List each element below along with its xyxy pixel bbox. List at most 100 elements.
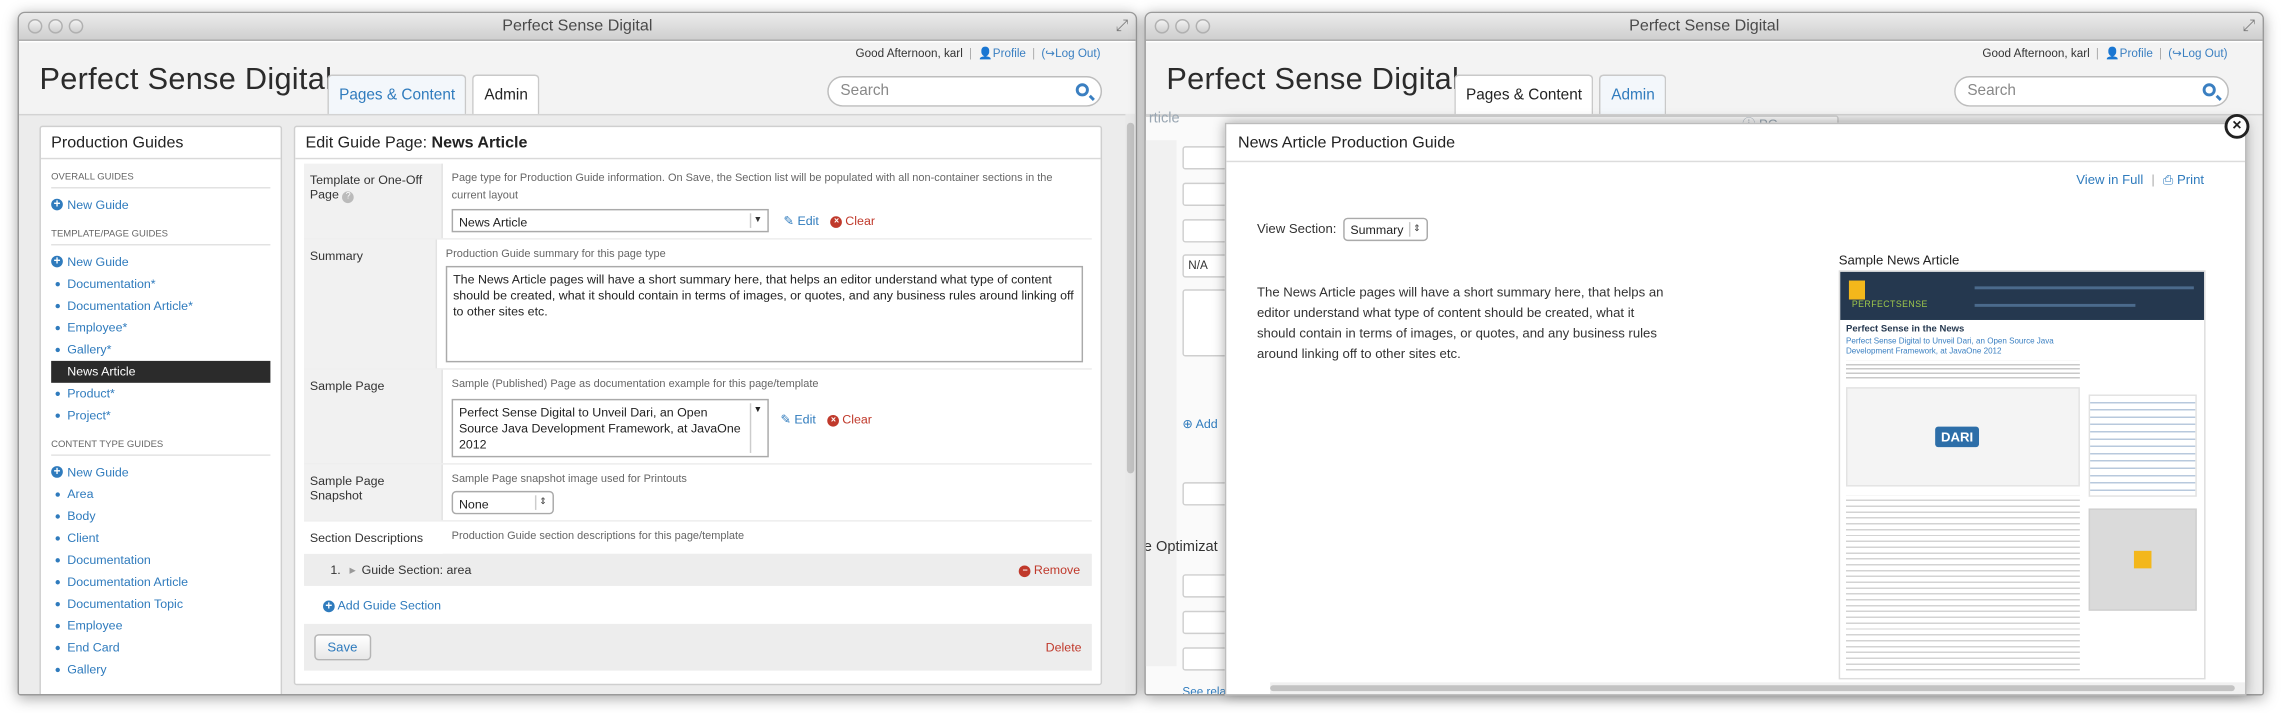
list-item[interactable]: Gallery* — [51, 339, 280, 361]
background-heading-fragment: rticle — [1148, 111, 1180, 128]
modal-title: News Article Production Guide — [1226, 124, 2246, 163]
help-icon[interactable]: ? — [342, 191, 355, 204]
zoom-window-button[interactable] — [68, 18, 84, 34]
list-item[interactable]: End Card — [51, 637, 280, 659]
view-in-full-link[interactable]: View in Full — [2076, 172, 2143, 187]
scrollbar-thumb[interactable] — [1126, 122, 1135, 474]
search-input[interactable]: Search — [827, 75, 1103, 107]
template-field-row: Template or One-Off Page ? Page type for… — [304, 163, 1092, 240]
sidebar-title: Production Guides — [40, 127, 281, 160]
thumbnail-link: Perfect Sense Digital to Unveil Dari, an… — [1846, 337, 2054, 357]
search-icon[interactable] — [1075, 83, 1089, 97]
template-guides-header: Template/Page Guides — [51, 229, 271, 246]
edit-sample-link[interactable]: ✎ Edit — [780, 412, 815, 427]
clear-sample-link[interactable]: × Clear — [827, 412, 872, 427]
list-item[interactable]: Documentation Topic — [51, 593, 280, 615]
print-link[interactable]: ⎙ Print — [2163, 172, 2204, 187]
list-item[interactable]: Gallery — [51, 659, 280, 681]
add-icon: + — [323, 600, 335, 613]
list-item[interactable]: Documentation* — [51, 273, 280, 295]
tab-admin[interactable]: Admin — [472, 74, 540, 114]
delete-link[interactable]: Delete — [1046, 640, 1082, 655]
edit-guide-title: Edit Guide Page: News Article — [295, 127, 1101, 160]
new-overall-guide-link[interactable]: New Guide — [51, 194, 280, 216]
perfect-sense-logo-icon — [1848, 280, 1866, 300]
list-item[interactable]: Documentation Article* — [51, 295, 280, 317]
profile-link[interactable]: 👤Profile — [978, 47, 1026, 60]
list-item[interactable]: Documentation — [51, 549, 280, 571]
edit-template-link[interactable]: ✎ Edit — [784, 213, 819, 228]
snapshot-help-text: Sample Page snapshot image used for Prin… — [451, 471, 687, 486]
search-input[interactable]: Search — [1954, 75, 2229, 107]
list-item[interactable]: Employee* — [51, 317, 280, 339]
tab-admin[interactable]: Admin — [1599, 74, 1667, 114]
user-icon: 👤 — [978, 46, 993, 60]
fullscreen-icon[interactable]: ⤢ — [2242, 18, 2255, 36]
vertical-scrollbar[interactable] — [1125, 113, 1136, 695]
list-item[interactable]: Documentation Article — [51, 571, 280, 593]
remove-icon: − — [1019, 565, 1031, 577]
save-button[interactable]: Save — [314, 634, 371, 661]
minimize-window-button[interactable] — [1175, 18, 1190, 34]
map-marker-icon — [2133, 550, 2152, 569]
clear-template-link[interactable]: × Clear — [830, 213, 875, 228]
thumbnail-dari-image: DARI — [1846, 387, 2080, 487]
view-section-control: View Section: Summary ⇕ — [1256, 217, 1428, 242]
summary-field-row: Summary Production Guide summary for thi… — [304, 239, 1092, 370]
cms-app: Good Afternoon, karl | 👤Profile | (↪Log … — [19, 42, 1136, 695]
summary-textarea[interactable]: The News Article pages will have a short… — [445, 265, 1084, 363]
logout-link[interactable]: (↪Log Out) — [2168, 47, 2227, 60]
add-guide-section-link[interactable]: + Add Guide Section — [304, 586, 1092, 613]
tab-pages-content[interactable]: Pages & Content — [1454, 74, 1594, 114]
brand-logo[interactable]: Perfect Sense Digital — [1166, 63, 1459, 98]
dropdown-arrow-icon: ▼ — [749, 403, 765, 453]
logout-link[interactable]: (↪Log Out) — [1041, 47, 1100, 60]
close-window-button[interactable] — [27, 18, 43, 34]
snapshot-select[interactable]: None ⇕ — [451, 490, 554, 515]
list-item[interactable]: Employee — [51, 615, 280, 637]
section-number: 1. — [330, 562, 341, 578]
close-modal-button[interactable]: × — [2224, 113, 2250, 139]
new-content-guide-link[interactable]: New Guide — [51, 462, 280, 484]
logout-icon: ↪ — [2172, 46, 2182, 60]
overall-guides-list: New Guide — [51, 194, 280, 216]
section-name[interactable]: Guide Section: area — [362, 563, 472, 578]
sections-help-text: Production Guide section descriptions fo… — [451, 528, 745, 543]
left-browser-window: Perfect Sense Digital ⤢ Good Afternoon, … — [17, 11, 1138, 696]
horizontal-scrollbar[interactable] — [1270, 682, 2246, 695]
remove-section-link[interactable]: − Remove — [1019, 563, 1080, 577]
sample-article-thumbnail[interactable]: PERFECTSENSE Perfect Sense in the News P… — [1838, 270, 2206, 680]
sample-page-select[interactable]: Perfect Sense Digital to Unveil Dari, an… — [451, 398, 769, 458]
search-placeholder: Search — [840, 81, 890, 100]
profile-link[interactable]: 👤Profile — [2105, 47, 2153, 60]
scrollbar-thumb[interactable] — [1270, 685, 2235, 692]
list-item[interactable]: Area — [51, 484, 280, 506]
sections-row: Section Descriptions Production Guide se… — [304, 521, 1092, 554]
view-section-select[interactable]: Summary ⇕ — [1343, 217, 1428, 242]
template-label: Template or One-Off Page ? — [304, 163, 443, 239]
list-item[interactable]: Project* — [51, 405, 280, 427]
selected-guide-item[interactable]: News Article — [51, 360, 271, 383]
view-section-label: View Section: — [1256, 221, 1337, 236]
brand-logo[interactable]: Perfect Sense Digital — [39, 63, 332, 98]
fullscreen-icon[interactable]: ⤢ — [1115, 18, 1128, 36]
search-icon[interactable] — [2202, 83, 2216, 97]
minimize-window-button[interactable] — [48, 18, 63, 34]
template-field: Page type for Production Guide informati… — [443, 164, 1092, 239]
snapshot-row: Sample Page Snapshot Sample Page snapsho… — [304, 464, 1092, 522]
template-select[interactable]: News Article ▼ — [451, 208, 769, 233]
tab-pages-content[interactable]: Pages & Content — [327, 74, 467, 114]
new-template-guide-link[interactable]: New Guide — [51, 251, 280, 273]
overall-guides-header: Overall Guides — [51, 172, 271, 189]
content-type-guides-header: Content Type Guides — [51, 440, 271, 456]
user-bar: Good Afternoon, karl | 👤Profile | (↪Log … — [1982, 46, 2228, 60]
list-item[interactable]: Body — [51, 506, 280, 528]
list-item[interactable]: Product* — [51, 383, 280, 405]
dari-logo: DARI — [1935, 426, 1980, 448]
list-item[interactable]: Client — [51, 527, 280, 549]
close-window-button[interactable] — [1154, 18, 1170, 34]
modal-summary-text: The News Article pages will have a short… — [1256, 284, 1664, 361]
greeting-text: Good Afternoon, karl — [1982, 46, 2090, 60]
expand-arrow-icon[interactable]: ▸ — [349, 562, 355, 578]
zoom-window-button[interactable] — [1195, 18, 1211, 34]
